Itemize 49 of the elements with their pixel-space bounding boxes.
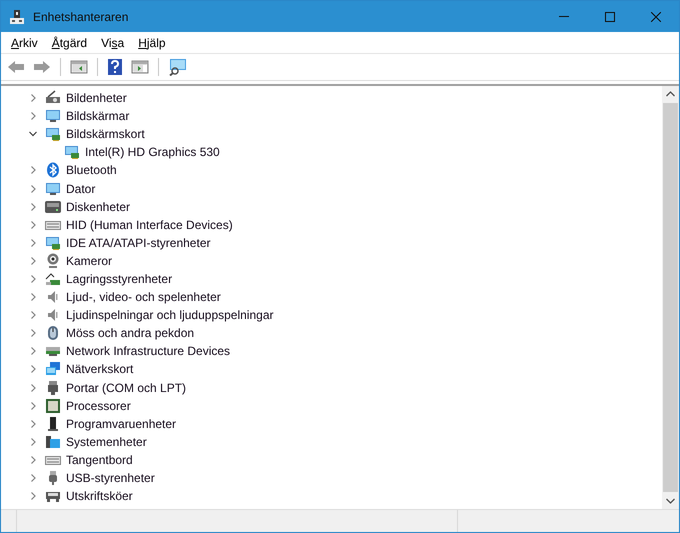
tree-item[interactable]: Möss och andra pekdon — [66, 326, 194, 340]
window-title: Enhetshanteraren — [33, 10, 128, 24]
menu-item[interactable]: Hjälp — [131, 34, 173, 52]
tree-item[interactable]: Utskriftsköer — [66, 489, 133, 504]
tree-item[interactable]: Portar (COM och LPT) — [66, 380, 186, 395]
scroll-up-icon[interactable] — [666, 91, 675, 97]
tree-item[interactable]: Kameror — [66, 254, 112, 268]
tree-item[interactable]: Dator — [66, 182, 96, 196]
monitor-icon — [45, 180, 61, 197]
menu-item[interactable]: Arkiv — [4, 34, 45, 52]
disk-drive-icon — [45, 198, 61, 215]
chip-icon — [45, 398, 61, 414]
display-adapter-icon — [45, 126, 61, 142]
menu-item[interactable]: Åtgärd — [44, 34, 94, 52]
tree-item[interactable]: Lagringsstyrenheter — [66, 272, 172, 286]
tree-item[interactable]: Network Infrastructure Devices — [66, 344, 230, 358]
menu-item[interactable]: Visa — [94, 34, 132, 52]
bluetooth-icon — [45, 162, 61, 178]
mouse-icon — [45, 325, 61, 342]
tree-item[interactable]: Bildskärmskort — [66, 127, 145, 142]
tree-item[interactable]: Systemenheter — [66, 434, 147, 449]
scroll-down-icon[interactable] — [666, 498, 675, 504]
tree-item[interactable]: Tangentbord — [66, 452, 133, 467]
tree-item[interactable]: Bluetooth — [66, 163, 117, 178]
app-icon — [9, 8, 25, 24]
webcam-icon — [45, 252, 61, 269]
tree-item[interactable]: USB-styrenheter — [66, 471, 155, 486]
tower-icon — [45, 416, 61, 432]
tree-item[interactable]: Bildskärmar — [66, 109, 130, 124]
tree-item[interactable]: Nätverkskort — [66, 362, 134, 376]
tree-item[interactable]: Programvaruenheter — [66, 416, 176, 431]
minimize-icon — [559, 16, 569, 17]
scrollbar[interactable] — [662, 86, 679, 509]
tree-item[interactable]: Bildenheter — [66, 91, 127, 106]
tree-item[interactable]: Diskenheter — [66, 200, 130, 214]
tree-item[interactable]: HID (Human Interface Devices) — [66, 218, 233, 232]
tree-item[interactable]: Ljud-, video- och spelenheter — [66, 290, 221, 304]
port-icon — [45, 380, 61, 396]
storage-icon — [45, 270, 61, 287]
close-icon — [651, 12, 661, 22]
display-adapter-icon — [64, 144, 80, 160]
maximize-icon — [605, 12, 615, 22]
network-icon — [45, 361, 61, 378]
tree-item[interactable]: Intel(R) HD Graphics 530 — [85, 145, 220, 160]
scrollbar-thumb[interactable] — [663, 103, 678, 492]
monitor-icon — [45, 108, 61, 124]
tree-item[interactable]: IDE ATA/ATAPI-styrenheter — [66, 236, 210, 250]
tree-item[interactable]: Processorer — [66, 398, 131, 413]
tree-item[interactable]: Ljudinspelningar och ljuduppspelningar — [66, 308, 274, 322]
